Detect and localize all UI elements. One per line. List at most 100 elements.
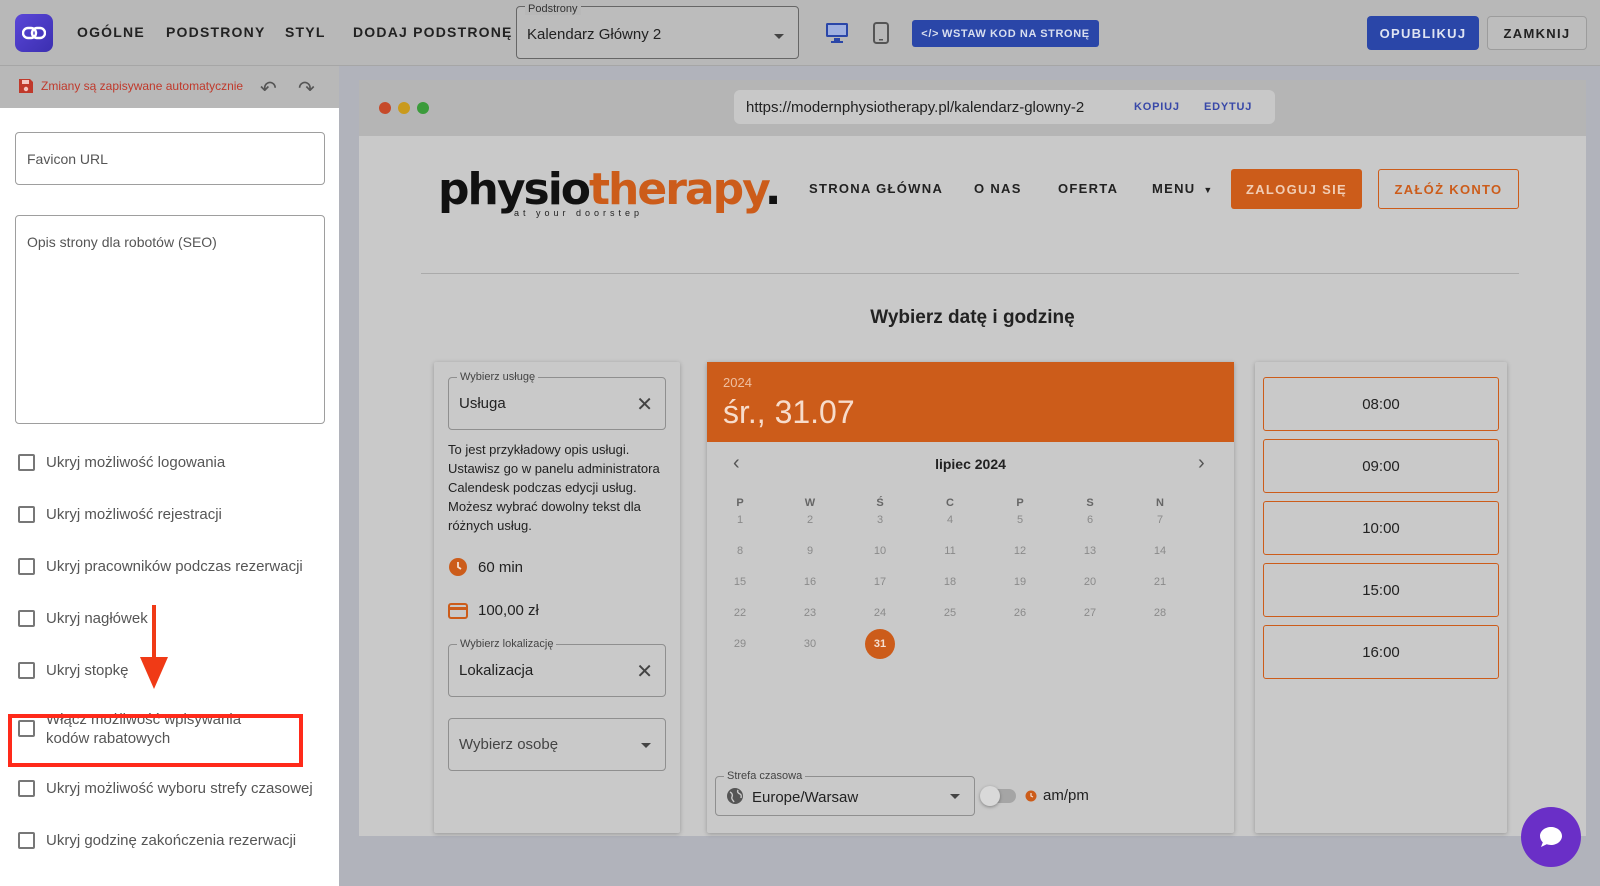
location-select-label: Wybierz lokalizację [457,638,557,650]
chat-widget-button[interactable] [1521,807,1581,867]
calendar-day[interactable]: 26 [1005,598,1035,628]
checkbox-hide-header[interactable]: Ukryj nagłówek [18,609,318,628]
checkbox-icon[interactable] [18,662,35,679]
clear-icon[interactable]: ✕ [636,392,653,417]
checkbox-hide-timezone[interactable]: Ukryj możliwość wyboru strefy czasowej [18,779,318,798]
time-slot[interactable]: 10:00 [1263,501,1499,555]
login-button[interactable]: ZALOGUJ SIĘ [1231,169,1362,209]
time-slot[interactable]: 08:00 [1263,377,1499,431]
calendar-day[interactable]: 24 [865,598,895,628]
calendar-day[interactable]: 18 [935,567,965,597]
calendar-day[interactable]: 30 [795,629,825,659]
undo-icon[interactable]: ↶ [260,76,277,101]
person-select[interactable]: Wybierz osobę [448,718,666,771]
close-button[interactable]: ZAMKNIJ [1487,16,1587,50]
subpage-select-label: Podstrony [525,3,581,15]
calendar-day[interactable]: 4 [935,505,965,535]
desktop-view-icon[interactable] [825,22,849,49]
window-close-dot [379,102,391,114]
next-month-icon[interactable]: › [1198,452,1205,475]
checkbox-icon[interactable] [18,506,35,523]
subpage-select[interactable]: Podstrony Kalendarz Główny 2 [516,3,799,59]
nav-general[interactable]: OGÓLNE [77,24,145,40]
calendar-day[interactable]: 28 [1145,598,1175,628]
checkbox-icon[interactable] [18,780,35,797]
ampm-label: am/pm [1043,787,1089,804]
browser-preview: https://modernphysiotherapy.pl/kalendarz… [359,80,1586,836]
site-nav-offer[interactable]: OFERTA [1058,181,1118,196]
calendar-day[interactable]: 21 [1145,567,1175,597]
checkbox-hide-login[interactable]: Ukryj możliwość logowania [18,453,318,472]
calendar-day[interactable]: 6 [1075,505,1105,535]
calendar-day-selected[interactable]: 31 [865,629,895,659]
calendar-day[interactable]: 19 [1005,567,1035,597]
calendar-day[interactable]: 10 [865,536,895,566]
seo-description-field[interactable]: Opis strony dla robotów (SEO) [15,215,325,424]
calendar-day[interactable]: 5 [1005,505,1035,535]
checkbox-hide-employees[interactable]: Ukryj pracowników podczas rezerwacji [18,557,318,576]
calendar-day[interactable]: 2 [795,505,825,535]
calendar-day[interactable]: 8 [725,536,755,566]
calendar-day[interactable]: 12 [1005,536,1035,566]
top-toolbar: OGÓLNE PODSTRONY STYL DODAJ PODSTRONĘ Po… [0,0,1600,66]
copy-url-button[interactable]: KOPIUJ [1134,101,1180,113]
checkbox-icon[interactable] [18,454,35,471]
ampm-toggle[interactable] [980,786,1016,806]
checkbox-hide-end-time[interactable]: Ukryj godzinę zakończenia rezerwacji [18,831,318,850]
calendar-day[interactable]: 3 [865,505,895,535]
calendar-day[interactable]: 15 [725,567,755,597]
window-maximize-dot [417,102,429,114]
calendar-day[interactable]: 13 [1075,536,1105,566]
edit-url-button[interactable]: EDYTUJ [1204,101,1252,113]
mobile-view-icon[interactable] [873,22,889,49]
site-nav-about[interactable]: O NAS [974,181,1022,196]
checkbox-icon[interactable] [18,558,35,575]
app-logo[interactable] [15,14,53,52]
sidebar-header: Zmiany są zapisywane automatycznie ↶ ↷ [0,66,339,108]
seo-description-placeholder: Opis strony dla robotów (SEO) [27,234,217,250]
url-bar: https://modernphysiotherapy.pl/kalendarz… [734,90,1275,124]
time-slot[interactable]: 15:00 [1263,563,1499,617]
site-logo[interactable]: physiotherapy. at your doorstep [438,168,781,219]
time-slot[interactable]: 09:00 [1263,439,1499,493]
favicon-url-field[interactable]: Favicon URL [15,132,325,185]
redo-icon[interactable]: ↷ [298,76,315,101]
calendar-day[interactable]: 9 [795,536,825,566]
calendar-day[interactable]: 16 [795,567,825,597]
location-select[interactable]: Wybierz lokalizację Lokalizacja ✕ [448,638,666,697]
calendar-day[interactable]: 27 [1075,598,1105,628]
nav-style[interactable]: STYL [285,24,326,40]
time-slot[interactable]: 16:00 [1263,625,1499,679]
calendar-day[interactable]: 25 [935,598,965,628]
calendar-day[interactable]: 17 [865,567,895,597]
calendar-day[interactable]: 1 [725,505,755,535]
nav-subpages[interactable]: PODSTRONY [166,24,265,40]
checkbox-icon[interactable] [18,610,35,627]
service-select-label: Wybierz usługę [457,371,539,383]
calendar-day[interactable]: 7 [1145,505,1175,535]
site-nav-home[interactable]: STRONA GŁÓWNA [809,181,943,196]
service-duration: 60 min [448,557,523,577]
calendar-day[interactable]: 20 [1075,567,1105,597]
calendar-month-label: lipiec 2024 [935,456,1006,472]
calendar-day[interactable]: 29 [725,629,755,659]
embed-code-button[interactable]: </> WSTAW KOD NA STRONĘ [912,20,1099,47]
checkbox-icon[interactable] [18,832,35,849]
clear-icon[interactable]: ✕ [636,659,653,684]
calendar-day[interactable]: 14 [1145,536,1175,566]
publish-button[interactable]: OPUBLIKUJ [1367,16,1479,50]
checkbox-label: Ukryj godzinę zakończenia rezerwacji [46,832,297,849]
link-icon [22,26,46,40]
checkbox-hide-footer[interactable]: Ukryj stopkę [18,661,318,680]
service-select[interactable]: Wybierz usługę Usługa ✕ [448,371,666,430]
calendar-day[interactable]: 22 [725,598,755,628]
calendar-day[interactable]: 23 [795,598,825,628]
checkbox-label: Ukryj możliwość wyboru strefy czasowej [46,780,313,797]
timezone-select[interactable]: Strefa czasowa Europe/Warsaw [715,770,975,816]
nav-add-subpage[interactable]: DODAJ PODSTRONĘ [353,24,513,40]
calendar-day[interactable]: 11 [935,536,965,566]
site-nav-menu[interactable]: MENU ▼ [1152,181,1214,196]
checkbox-hide-registration[interactable]: Ukryj możliwość rejestracji [18,505,318,524]
register-button[interactable]: ZAŁÓŻ KONTO [1378,169,1519,209]
annotation-arrow-shaft [152,605,156,661]
